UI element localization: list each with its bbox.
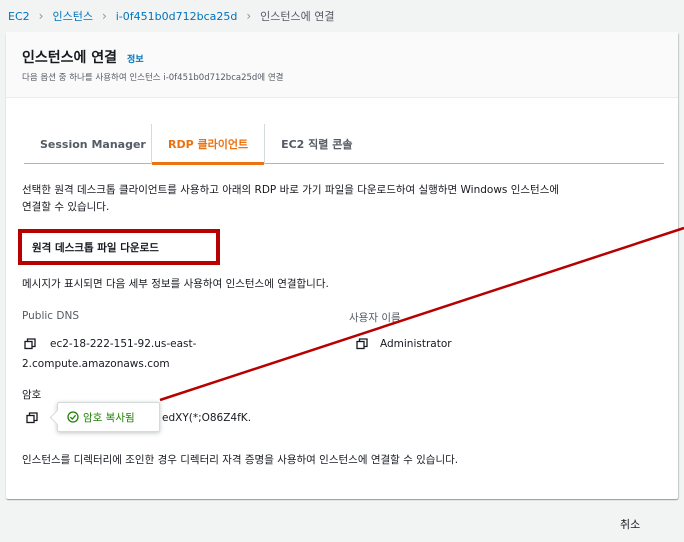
check-circle-icon <box>67 411 79 423</box>
public-dns-value-line2: 2.compute.amazonaws.com <box>22 358 170 370</box>
tab-rdp-client[interactable]: RDP 클라이언트 <box>152 124 265 165</box>
password-value: edXY(*;O86Z4fK. <box>162 412 252 424</box>
username-value: Administrator <box>380 338 452 350</box>
connect-prompt-text: 메시지가 표시되면 다음 세부 정보를 사용하여 인스턴스에 연결합니다. <box>22 278 329 290</box>
chevron-right-icon: › <box>246 9 252 23</box>
page-subtitle: 다음 옵션 중 하나를 사용하여 인스턴스 i-0f451b0d712bca25… <box>22 73 284 83</box>
username-label: 사용자 이름 <box>349 312 401 324</box>
breadcrumb-current: 인스턴스에 연결 <box>260 10 335 23</box>
cancel-button[interactable]: 취소 <box>620 516 640 532</box>
public-dns-label: Public DNS <box>22 310 80 322</box>
copy-icon[interactable] <box>356 338 368 350</box>
rdp-description-line1: 선택한 원격 데스크톱 클라이언트를 사용하고 아래의 RDP 바로 가기 파일… <box>22 184 560 196</box>
breadcrumb-ec2[interactable]: EC2 <box>8 10 30 23</box>
connect-tabs: Session Manager RDP 클라이언트 EC2 직렬 콘솔 <box>24 124 664 165</box>
info-link[interactable]: 정보 <box>127 52 144 65</box>
directory-note: 인스턴스를 디렉터리에 조인한 경우 디렉터리 자격 증명을 사용하여 인스턴스… <box>22 454 459 466</box>
panel-header: 인스턴스에 연결 정보 다음 옵션 중 하나를 사용하여 인스턴스 i-0f45… <box>6 32 678 98</box>
breadcrumb-instances[interactable]: 인스턴스 <box>52 8 92 24</box>
page-title: 인스턴스에 연결 <box>22 50 118 66</box>
breadcrumb: EC2 › 인스턴스 › i-0f451b0d712bca25d › 인스턴스에… <box>8 8 335 24</box>
chevron-right-icon: › <box>101 9 107 23</box>
tab-session-manager[interactable]: Session Manager <box>24 124 151 164</box>
breadcrumb-instance-id[interactable]: i-0f451b0d712bca25d <box>116 10 238 23</box>
copy-icon[interactable] <box>24 338 36 350</box>
public-dns-value-line1: ec2-18-222-151-92.us-east- <box>50 338 197 350</box>
rdp-description-line2: 연결할 수 있습니다. <box>22 201 110 213</box>
password-copied-tooltip: 암호 복사됨 <box>57 402 160 432</box>
rdp-description: 선택한 원격 데스크톱 클라이언트를 사용하고 아래의 RDP 바로 가기 파일… <box>22 182 559 216</box>
password-label: 암호 <box>22 389 42 401</box>
download-highlight-box: 원격 데스크톱 파일 다운로드 <box>18 229 220 265</box>
download-rdp-file-button[interactable]: 원격 데스크톱 파일 다운로드 <box>22 233 216 261</box>
tab-ec2-serial-console[interactable]: EC2 직렬 콘솔 <box>265 124 368 164</box>
tooltip-text: 암호 복사됨 <box>83 411 135 424</box>
copy-icon[interactable] <box>26 412 38 424</box>
chevron-right-icon: › <box>38 9 44 23</box>
